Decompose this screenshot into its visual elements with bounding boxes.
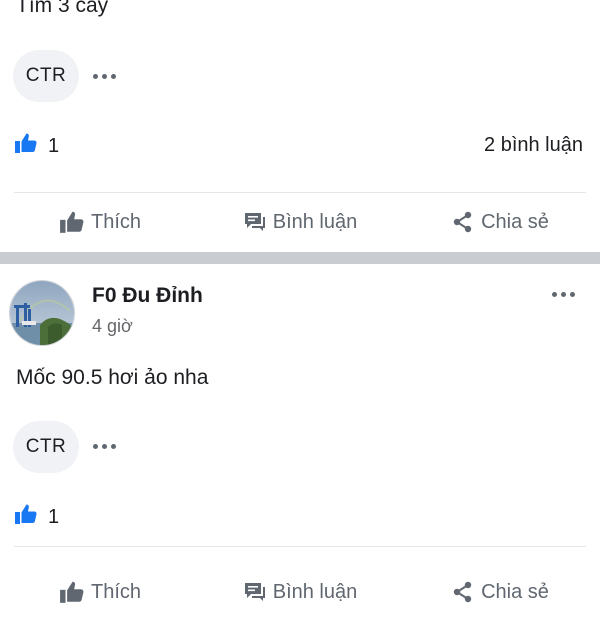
post-2-comment-button[interactable]: Bình luận [200, 566, 400, 618]
post-2-share-button[interactable]: Chia sẻ [400, 566, 600, 618]
post-2-options-icon[interactable] [552, 284, 575, 304]
feed-separator [0, 252, 600, 264]
post-1-text: Tìm 3 cây [16, 0, 109, 17]
comment-label: Bình luận [272, 210, 358, 233]
share-icon [451, 210, 475, 234]
avatar[interactable] [9, 280, 75, 346]
post-1-like-count: 1 [48, 134, 60, 157]
post-1-like-summary[interactable]: 1 [14, 132, 59, 160]
post-2-like-count: 1 [48, 505, 60, 528]
share-label: Chia sẻ [481, 580, 549, 603]
post-1-ctr-chip[interactable]: CTR [13, 50, 79, 102]
post-2-author-name[interactable]: F0 Đu Đỉnh [92, 284, 203, 308]
post-2-like-summary[interactable]: 1 [14, 503, 59, 531]
post-1-share-button[interactable]: Chia sẻ [400, 196, 600, 248]
post-1-divider [14, 192, 586, 193]
post-2-text: Mốc 90.5 hơi ảo nha [16, 366, 209, 389]
post-1-comment-count[interactable]: 2 bình luận [484, 134, 583, 157]
post-1-like-button[interactable]: Thích [0, 196, 200, 248]
like-label: Thích [90, 580, 142, 603]
thumbs-up-icon [59, 210, 85, 234]
post-1-action-bar: Thích Bình luận Chia sẻ [0, 196, 600, 248]
post-2-ctr-chip[interactable]: CTR [13, 421, 79, 473]
post-2-like-button[interactable]: Thích [0, 566, 200, 618]
thumbs-up-filled-icon [14, 132, 38, 160]
post-2-timestamp[interactable]: 4 giờ [92, 316, 133, 337]
post-1-comment-button[interactable]: Bình luận [200, 196, 400, 248]
thumbs-up-icon [59, 580, 85, 604]
thumbs-up-filled-icon [14, 503, 38, 531]
post-2-divider [14, 546, 586, 547]
comment-label: Bình luận [272, 580, 358, 603]
post-2-more-icon[interactable] [93, 436, 116, 456]
post-1-more-icon[interactable] [93, 66, 116, 86]
share-icon [451, 580, 475, 604]
comment-icon [243, 211, 267, 233]
share-label: Chia sẻ [481, 210, 549, 233]
post-2-action-bar: Thích Bình luận Chia sẻ [0, 566, 600, 618]
like-label: Thích [90, 210, 142, 233]
